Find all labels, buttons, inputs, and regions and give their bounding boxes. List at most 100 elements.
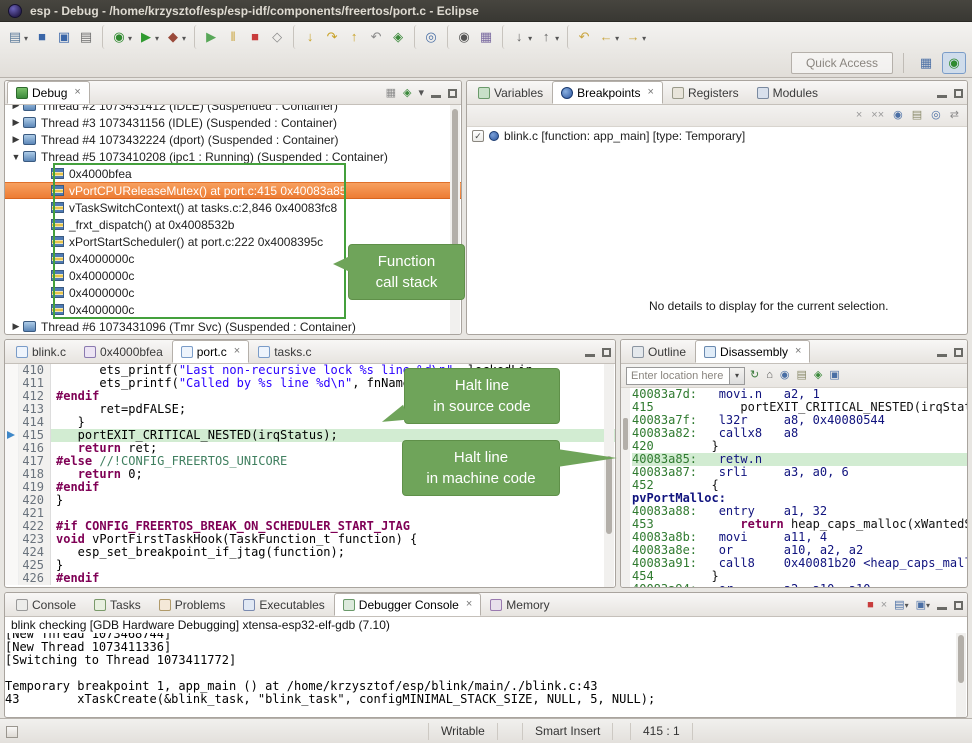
disassembly-line[interactable]: 40083a7d: movi.n a2, 1	[632, 388, 967, 401]
tab-registers[interactable]: Registers	[663, 81, 748, 104]
disconnect-icon[interactable]: ◇	[266, 25, 288, 49]
terminate-icon[interactable]: ■	[244, 25, 266, 49]
tab-port-c[interactable]: port.c	[172, 340, 249, 363]
new-wizard-icon[interactable]: ▤	[4, 25, 31, 49]
code-text[interactable]: void vPortFirstTaskHook(TaskFunction_t f…	[51, 533, 615, 546]
breakpoint-ruler[interactable]	[5, 442, 19, 455]
breakpoint-ruler[interactable]	[5, 559, 19, 572]
disassembly-line[interactable]: 40083a94: or a2, a10, a10	[632, 583, 967, 587]
maximize-icon[interactable]	[954, 348, 963, 357]
track-expression-icon[interactable]: ◈	[814, 370, 822, 381]
tab-debugger-console[interactable]: Debugger Console	[334, 593, 482, 616]
step-return-icon[interactable]: ↑	[343, 25, 365, 49]
disassembly-scrollbar[interactable]	[621, 388, 630, 587]
debug-icon[interactable]: ◉	[102, 25, 135, 49]
skip-all-breakpoints-icon[interactable]: ◎	[931, 110, 941, 121]
back-icon[interactable]: ←	[595, 25, 622, 49]
dropdown-arrow-icon[interactable]	[154, 30, 159, 44]
debug-tree-row[interactable]: ▶ Thread #3 1073431156 (IDLE) (Suspended…	[5, 114, 461, 131]
breakpoint-ruler[interactable]	[5, 390, 19, 403]
tab-debug[interactable]: Debug	[7, 81, 90, 104]
disassembly-line[interactable]: 40083a8b: movi a11, 4	[632, 531, 967, 544]
disassembly-line[interactable]: 40083a91: call8 0x40081b20 <heap_caps_ma…	[632, 557, 967, 570]
minimize-icon[interactable]	[937, 607, 947, 610]
scrollbar-thumb[interactable]	[606, 456, 612, 534]
disassembly-line[interactable]: 40083a88: entry a1, 32	[632, 505, 967, 518]
fast-view-icon[interactable]	[6, 726, 18, 738]
expand-arrow-icon[interactable]: ▶	[9, 134, 23, 145]
save-icon[interactable]: ■	[31, 25, 53, 49]
minimize-icon[interactable]	[431, 95, 441, 98]
disassembly-line[interactable]: 454 }	[632, 570, 967, 583]
breakpoint-ruler[interactable]	[5, 455, 19, 468]
close-icon[interactable]	[648, 87, 654, 98]
breakpoint-ruler[interactable]	[5, 546, 19, 559]
debug-perspective-icon[interactable]: ◉	[942, 52, 966, 74]
forward-icon[interactable]: →	[622, 25, 649, 49]
maximize-icon[interactable]	[448, 89, 457, 98]
tab-console[interactable]: Console	[7, 593, 85, 616]
resume-icon[interactable]: ▶	[194, 25, 222, 49]
last-edit-location-icon[interactable]: ↶	[567, 25, 595, 49]
print-icon[interactable]: ▤	[75, 25, 97, 49]
breakpoint-ruler[interactable]	[5, 429, 19, 442]
breakpoint-ruler[interactable]	[5, 364, 19, 377]
location-input[interactable]: Enter location here	[626, 367, 730, 385]
remove-all-breakpoints-icon[interactable]: ××	[871, 110, 884, 121]
close-icon[interactable]	[795, 346, 801, 357]
home-icon[interactable]: ⌂	[766, 370, 773, 381]
dropdown-arrow-icon[interactable]	[127, 30, 132, 44]
minimize-icon[interactable]	[937, 95, 947, 98]
expand-arrow-icon[interactable]: ▶	[9, 117, 23, 128]
show-source-icon[interactable]: ▤	[796, 370, 806, 381]
search-icon[interactable]: ◉	[447, 25, 475, 49]
breakpoint-ruler[interactable]	[5, 468, 19, 481]
scrollbar-thumb[interactable]	[623, 418, 628, 450]
maximize-icon[interactable]	[602, 348, 611, 357]
dropdown-arrow-icon[interactable]	[23, 30, 28, 44]
disassembly-line[interactable]: 420 }	[632, 440, 967, 453]
save-all-icon[interactable]: ▣	[53, 25, 75, 49]
open-perspective-icon[interactable]: ▦	[914, 52, 938, 74]
skip-all-breakpoints-icon[interactable]: ◎	[414, 25, 442, 49]
breakpoint-ruler[interactable]	[5, 403, 19, 416]
breakpoint-ruler[interactable]	[5, 572, 19, 585]
disassembly-line[interactable]: 40083a85: retw.n	[632, 453, 967, 466]
dropdown-arrow-icon[interactable]	[614, 30, 619, 44]
breakpoint-item[interactable]: blink.c [function: app_main] [type: Temp…	[467, 127, 967, 145]
disassembly-line[interactable]: 40083a87: srli a3, a0, 6	[632, 466, 967, 479]
expand-arrow-icon[interactable]: ▶	[9, 105, 23, 111]
location-dropdown-icon[interactable]: ▾	[730, 367, 745, 385]
code-line[interactable]: 421	[5, 507, 615, 520]
remove-launch-icon[interactable]: ×	[881, 600, 887, 611]
step-into-icon[interactable]: ↓	[293, 25, 321, 49]
drop-to-frame-icon[interactable]: ↶	[365, 25, 387, 49]
scrollbar-thumb[interactable]	[958, 635, 964, 683]
debug-tree-row[interactable]: 0x4000000c	[5, 301, 461, 318]
debug-tree-row[interactable]: vTaskSwitchContext() at tasks.c:2,846 0x…	[5, 199, 461, 216]
tab-problems[interactable]: Problems	[150, 593, 235, 616]
code-line[interactable]: 425 }	[5, 559, 615, 572]
code-text[interactable]: esp_set_breakpoint_if_jtag(function);	[51, 546, 615, 559]
maximize-icon[interactable]	[954, 89, 963, 98]
quick-access-box[interactable]: Quick Access	[791, 52, 893, 74]
disassembly-line[interactable]: pvPortMalloc:	[632, 492, 967, 505]
tab-0x4000bfea[interactable]: 0x4000bfea	[75, 340, 172, 363]
close-icon[interactable]	[74, 87, 80, 98]
remove-all-terminated-icon[interactable]: ▦	[386, 88, 396, 99]
code-text[interactable]: #endif	[51, 572, 615, 585]
tab-memory[interactable]: Memory	[481, 593, 558, 616]
disassembly-line[interactable]: 40083a7f: l32r a8, 0x40080544	[632, 414, 967, 427]
run-icon[interactable]: ▶	[135, 25, 162, 49]
code-line[interactable]: 422 #if CONFIG_FREERTOS_BREAK_ON_SCHEDUL…	[5, 520, 615, 533]
disassembly-line[interactable]: 40083a8e: or a10, a2, a2	[632, 544, 967, 557]
go-to-file-icon[interactable]: ▤	[912, 110, 922, 121]
tab-outline[interactable]: Outline	[623, 340, 695, 363]
code-text[interactable]	[51, 507, 615, 520]
debug-tree-row[interactable]: ▶ Thread #6 1073431096 (Tmr Svc) (Suspen…	[5, 318, 461, 334]
debug-tree-row[interactable]: _frxt_dispatch() at 0x4008532b	[5, 216, 461, 233]
console-output[interactable]: [New Thread 1073468744] [New Thread 1073…	[5, 633, 967, 717]
expand-arrow-icon[interactable]: ▶	[9, 321, 23, 332]
debug-tree-row[interactable]: ▼ Thread #5 1073410208 (ipc1 : Running) …	[5, 148, 461, 165]
disassembly-line[interactable]: 415 portEXIT_CRITICAL_NESTED(irqStatus);	[632, 401, 967, 414]
